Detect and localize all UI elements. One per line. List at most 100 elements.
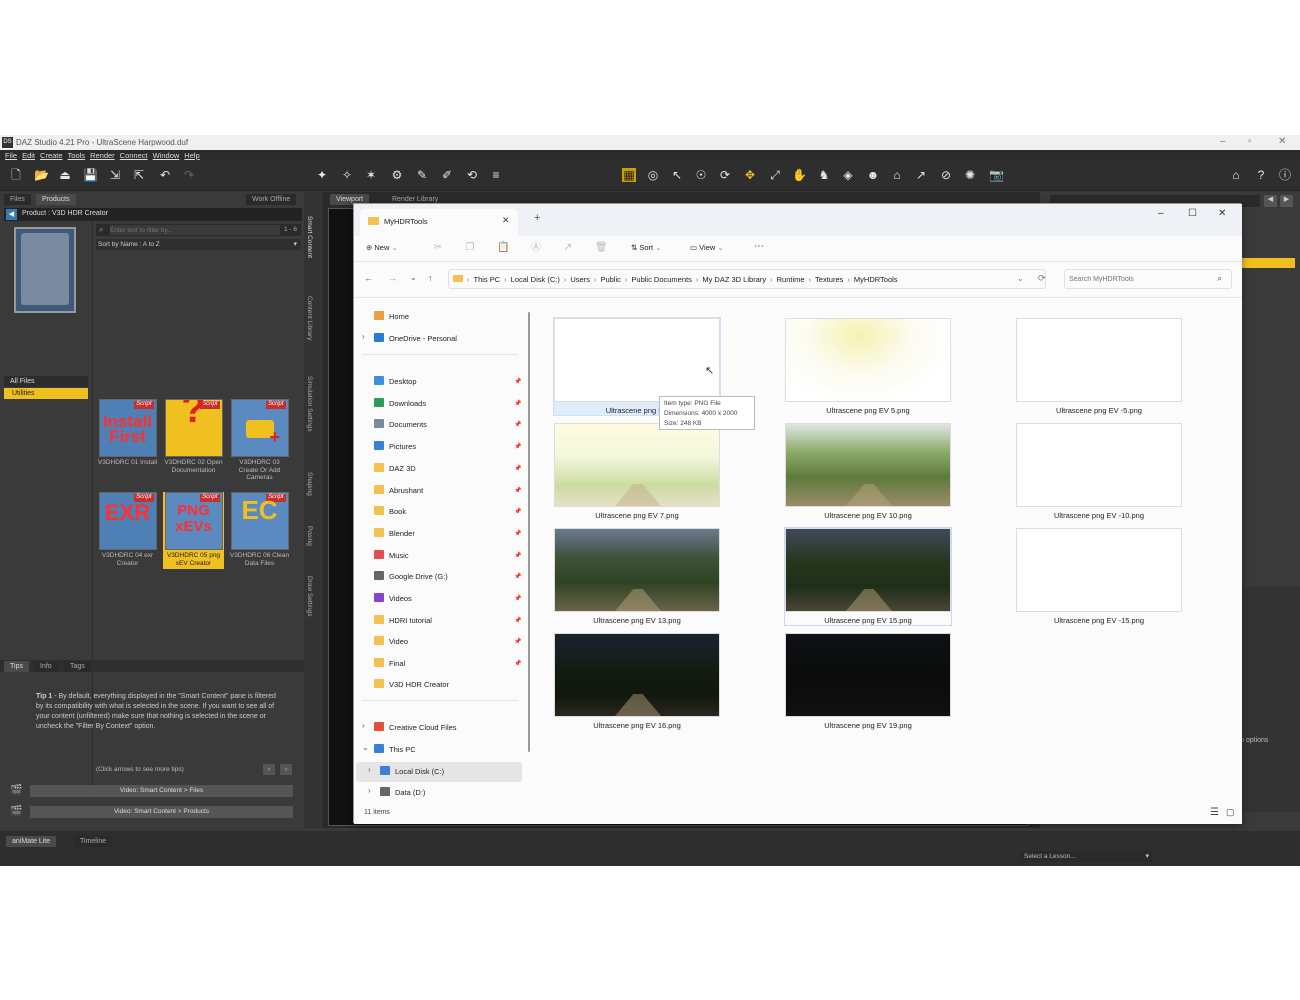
file-thumbnail[interactable]: Ultrascene png EV 5.png xyxy=(785,318,951,415)
nav-item-home[interactable]: Home xyxy=(374,310,409,324)
product-exr-creator[interactable]: Script EXR V3DHDRC 04 exr Creator xyxy=(97,492,158,567)
product-clean-data[interactable]: Script EC V3DHDRC 06 Clean Data Files xyxy=(229,492,290,567)
nav-item-video[interactable]: Video 📌 xyxy=(374,635,521,649)
tab-content-library[interactable]: Content Library xyxy=(306,296,313,340)
right-prev-button[interactable]: ◀ xyxy=(1264,195,1277,207)
more-options-icon[interactable]: ⋯ xyxy=(754,241,764,252)
minimize-icon[interactable]: – xyxy=(1158,208,1164,219)
nav-item-abrushant[interactable]: Abrushant 📌 xyxy=(374,484,521,498)
new-file-icon[interactable]: 🗋 xyxy=(9,168,23,182)
nav-item-this-pc[interactable]: This PC xyxy=(374,743,416,757)
copy-icon[interactable]: ❐ xyxy=(464,242,476,254)
edit-tool-icon[interactable]: ✐ xyxy=(440,168,454,182)
home-icon[interactable]: ⌂ xyxy=(1229,168,1243,182)
chevron-down-icon[interactable]: ⌄ xyxy=(1017,274,1024,283)
tab-timeline[interactable]: Timeline xyxy=(74,836,113,847)
pointer-icon[interactable]: ↗ xyxy=(914,168,928,182)
undo-icon[interactable]: ↶ xyxy=(158,168,172,182)
nav-item-v3d-hdr-creator[interactable]: V3D HDR Creator xyxy=(374,678,449,692)
share-icon[interactable]: ↗ xyxy=(562,242,574,254)
menu-help[interactable]: Help xyxy=(184,150,199,161)
sort-button[interactable]: ⇅ Sort ⌄ xyxy=(631,243,662,252)
category-all-files[interactable]: All Files xyxy=(4,376,88,387)
crumb-public[interactable]: Public xyxy=(600,275,620,284)
nav-item-creative-cloud-files[interactable]: Creative Cloud Files xyxy=(374,721,457,735)
tip-prev-button[interactable]: ‹ xyxy=(263,764,275,775)
navigation-icon[interactable]: ◎ xyxy=(646,168,660,182)
region-tool-icon[interactable]: ⟲ xyxy=(465,168,479,182)
right-next-button[interactable]: ▶ xyxy=(1280,195,1293,207)
file-thumbnail[interactable]: Ultrascene png EV 10.png xyxy=(785,423,951,520)
menu-file[interactable]: File xyxy=(5,150,17,161)
sort-select[interactable]: Sort by Name : A to Z ▾ xyxy=(96,239,301,250)
menu-window[interactable]: Window xyxy=(153,150,180,161)
pose-icon[interactable]: ☉ xyxy=(694,168,708,182)
save-icon[interactable]: 💾 xyxy=(83,168,98,182)
chevron-down-icon[interactable]: ⌄ xyxy=(362,743,369,752)
node-tool-icon[interactable]: ✦ xyxy=(315,168,329,182)
address-bar[interactable]: › This PC › Local Disk (C:) › Users › Public › Pu… xyxy=(448,269,1046,289)
explorer-tab[interactable]: MyHDRTools ✕ xyxy=(360,209,518,236)
recent-icon[interactable]: ⌄ xyxy=(410,273,417,282)
nav-item-pictures[interactable]: Pictures 📌 xyxy=(374,440,521,454)
forward-icon[interactable]: → xyxy=(388,273,397,283)
video-files-button[interactable]: Video: Smart Content > Files xyxy=(30,785,293,797)
nav-item-videos[interactable]: Videos 📌 xyxy=(374,592,521,606)
file-thumbnail[interactable]: Ultrascene png EV -5.png xyxy=(1016,318,1182,415)
rename-icon[interactable]: Ⓐ xyxy=(530,242,542,254)
spot-tool-icon[interactable]: ✶ xyxy=(364,168,378,182)
file-thumbnail[interactable]: Ultrascene png EV 15.png xyxy=(784,527,952,626)
rotate-icon[interactable]: ⟳ xyxy=(718,168,732,182)
render-camera-icon[interactable]: 📷 xyxy=(989,168,1004,182)
menu-edit[interactable]: Edit xyxy=(22,150,35,161)
brush-tool-icon[interactable]: ✎ xyxy=(415,168,429,182)
crumb-textures[interactable]: Textures xyxy=(815,275,843,284)
close-icon[interactable]: ✕ xyxy=(1218,208,1226,219)
search-input[interactable] xyxy=(1069,274,1209,285)
menu-create[interactable]: Create xyxy=(40,150,63,161)
menu-tools[interactable]: Tools xyxy=(68,150,86,161)
tip-next-button[interactable]: › xyxy=(280,764,292,775)
refresh-icon[interactable]: ⟳ xyxy=(1038,273,1046,284)
tab-simulation-settings[interactable]: Simulation Settings xyxy=(306,376,313,432)
search-box[interactable]: ⌕ xyxy=(1064,269,1232,289)
nav-item-book[interactable]: Book 📌 xyxy=(374,505,521,519)
close-tab-icon[interactable]: ✕ xyxy=(502,215,510,226)
figure-icon[interactable]: ♞ xyxy=(817,168,831,182)
file-thumbnail[interactable]: Ultrascene png EV 13.png xyxy=(554,528,720,625)
nav-item-downloads[interactable]: Downloads 📌 xyxy=(374,397,521,411)
filter-input[interactable] xyxy=(110,225,280,235)
crumb-runtime[interactable]: Runtime xyxy=(777,275,805,284)
tab-smart-content[interactable]: Smart Content xyxy=(306,216,313,258)
tab-tips[interactable]: Tips xyxy=(4,661,29,672)
scale-icon[interactable]: ⤢ xyxy=(768,168,782,182)
nav-item-onedrive-personal[interactable]: OneDrive - Personal xyxy=(374,332,457,346)
geometry-tool-icon[interactable]: ⚙ xyxy=(390,168,404,182)
file-thumbnail[interactable]: Ultrascene png EV 16.png xyxy=(554,633,720,730)
nav-item-google-drive-g[interactable]: Google Drive (G:) 📌 xyxy=(374,570,521,584)
crumb-myhdrtools[interactable]: MyHDRTools xyxy=(854,275,898,284)
select-icon[interactable]: ↖ xyxy=(670,168,684,182)
help-icon[interactable]: ⓘ xyxy=(1278,168,1292,182)
chevron-right-icon[interactable]: › xyxy=(368,786,371,795)
redo-icon[interactable]: ↷ xyxy=(182,168,196,182)
back-icon[interactable]: ← xyxy=(364,273,373,283)
joint-tool-icon[interactable]: ✧ xyxy=(340,168,354,182)
minimize-icon[interactable]: – xyxy=(1220,136,1226,147)
maximize-icon[interactable]: ☐ xyxy=(1188,208,1197,219)
merge-icon[interactable]: ⏏ xyxy=(58,168,72,182)
nav-item-desktop[interactable]: Desktop 📌 xyxy=(374,375,521,389)
translate-icon[interactable]: ✥ xyxy=(743,168,757,182)
maximize-icon[interactable]: ▫ xyxy=(1248,136,1252,147)
nav-item-blender[interactable]: Blender 📌 xyxy=(374,527,521,541)
delete-icon[interactable]: 🗑 xyxy=(595,242,608,254)
crumb-this-pc[interactable]: This PC xyxy=(474,275,501,284)
video-products-button[interactable]: Video: Smart Content > Products xyxy=(30,806,293,818)
file-thumbnail[interactable]: Ultrascene png EV -15.png xyxy=(1016,528,1182,625)
product-install[interactable]: Script Install First V3DHDRC 01 Install xyxy=(97,399,158,467)
tab-shaping[interactable]: Shaping xyxy=(306,472,313,496)
nav-item-hdri-tutorial[interactable]: HDRI tutorial 📌 xyxy=(374,614,521,628)
nav-item-documents[interactable]: Documents 📌 xyxy=(374,418,521,432)
lesson-select[interactable]: Select a Lesson... ▾ xyxy=(1020,851,1152,862)
product-png-xev-creator[interactable]: Script PNG xEVs V3DHDRC 05 png xEV Creato… xyxy=(163,492,224,569)
